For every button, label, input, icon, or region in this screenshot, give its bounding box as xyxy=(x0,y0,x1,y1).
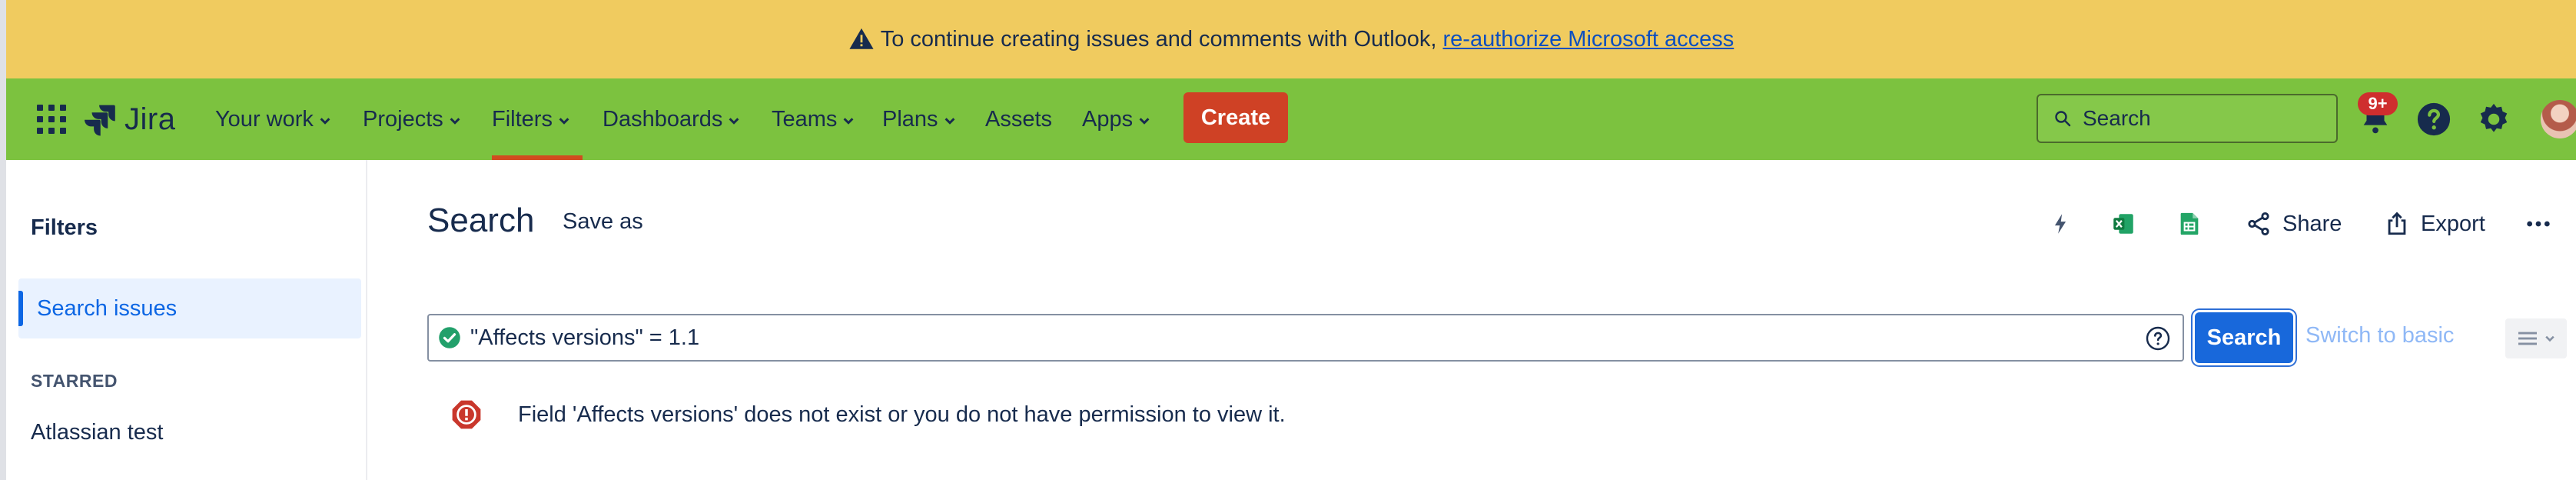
excel-icon xyxy=(2113,214,2133,234)
nav-assets[interactable]: Assets xyxy=(985,78,1052,160)
page-title: Search xyxy=(427,202,535,239)
nav-plans[interactable]: Plans xyxy=(882,78,957,160)
chevron-down-icon xyxy=(944,118,954,125)
nav-label: Plans xyxy=(882,106,938,132)
export-sheets-button[interactable] xyxy=(2176,205,2203,243)
nav-apps[interactable]: Apps xyxy=(1082,78,1151,160)
sidebar-item-search-issues[interactable]: Search issues xyxy=(18,278,361,338)
share-label: Share xyxy=(2282,211,2342,236)
nav-label: Filters xyxy=(492,106,553,132)
nav-label: Assets xyxy=(985,106,1053,132)
nav-label: Teams xyxy=(772,106,838,132)
more-horizontal-icon xyxy=(2527,221,2550,227)
sidebar-title: Filters xyxy=(31,215,98,240)
switch-to-basic-link[interactable]: Switch to basic xyxy=(2305,323,2454,348)
error-icon xyxy=(452,400,481,429)
nav-teams[interactable]: Teams xyxy=(772,78,855,160)
banner-message: To continue creating issues and comments… xyxy=(880,26,1437,52)
error-text: Field 'Affects versions' does not exist … xyxy=(518,402,1286,427)
automation-button[interactable] xyxy=(2047,205,2073,243)
chevron-down-icon xyxy=(320,118,330,125)
chevron-down-icon xyxy=(2545,335,2554,342)
create-button[interactable]: Create xyxy=(1183,92,1288,143)
global-search[interactable] xyxy=(2037,94,2338,143)
app-switcher-icon[interactable] xyxy=(37,105,66,134)
reauthorize-banner: To continue creating issues and comments… xyxy=(6,0,2576,78)
user-avatar[interactable] xyxy=(2541,100,2576,138)
chevron-down-icon xyxy=(1139,118,1150,125)
jira-logo[interactable]: Jira xyxy=(83,97,175,142)
google-sheets-icon xyxy=(2180,212,2199,235)
nav-your-work[interactable]: Your work xyxy=(215,78,332,160)
nav-dashboards[interactable]: Dashboards xyxy=(603,78,741,160)
chevron-down-icon xyxy=(450,118,460,125)
help-icon[interactable] xyxy=(2416,102,2452,137)
sidebar-item-atlassian-test[interactable]: Atlassian test xyxy=(31,420,163,445)
settings-gear-icon[interactable] xyxy=(2476,102,2511,137)
jql-help-icon[interactable] xyxy=(2146,326,2170,351)
jql-query-editor[interactable] xyxy=(427,314,2184,362)
nav-label: Projects xyxy=(363,106,443,132)
more-actions-button[interactable] xyxy=(2525,205,2551,243)
nav-filters[interactable]: Filters xyxy=(492,78,583,160)
export-label: Export xyxy=(2421,211,2485,236)
sidebar-section-starred: STARRED xyxy=(31,371,118,391)
chevron-down-icon xyxy=(559,118,569,125)
window-edge xyxy=(0,0,6,480)
export-excel-button[interactable] xyxy=(2110,205,2136,243)
jira-wordmark: Jira xyxy=(124,102,176,136)
export-button[interactable]: Export xyxy=(2384,205,2485,243)
chevron-down-icon xyxy=(844,118,854,125)
top-navigation: Jira Your work Projects Filters Dashboar… xyxy=(6,78,2576,160)
list-view-icon xyxy=(2518,332,2537,345)
nav-label: Apps xyxy=(1082,106,1134,132)
nav-projects[interactable]: Projects xyxy=(363,78,462,160)
view-switcher[interactable] xyxy=(2505,318,2567,358)
search-button[interactable]: Search xyxy=(2195,312,2293,363)
share-button[interactable]: Share xyxy=(2246,205,2342,243)
save-as-button[interactable]: Save as xyxy=(563,209,643,235)
chevron-down-icon xyxy=(729,118,739,125)
nav-label: Your work xyxy=(215,106,314,132)
global-search-input[interactable] xyxy=(2083,106,2313,131)
jql-error-message: Field 'Affects versions' does not exist … xyxy=(450,398,1286,431)
search-icon xyxy=(2055,111,2071,127)
jql-input[interactable] xyxy=(470,325,2115,351)
lightning-icon xyxy=(2054,214,2066,234)
share-icon xyxy=(2248,212,2269,236)
jira-logo-icon xyxy=(85,105,115,136)
reauthorize-link[interactable]: re-authorize Microsoft access xyxy=(1443,27,1734,52)
nav-label: Dashboards xyxy=(603,106,723,132)
notification-badge: 9+ xyxy=(2358,92,2398,115)
warning-icon xyxy=(849,28,874,49)
export-upload-icon xyxy=(2388,212,2406,235)
valid-check-icon xyxy=(439,327,460,348)
filters-sidebar: Filters Search issues STARRED Atlassian … xyxy=(6,160,367,480)
